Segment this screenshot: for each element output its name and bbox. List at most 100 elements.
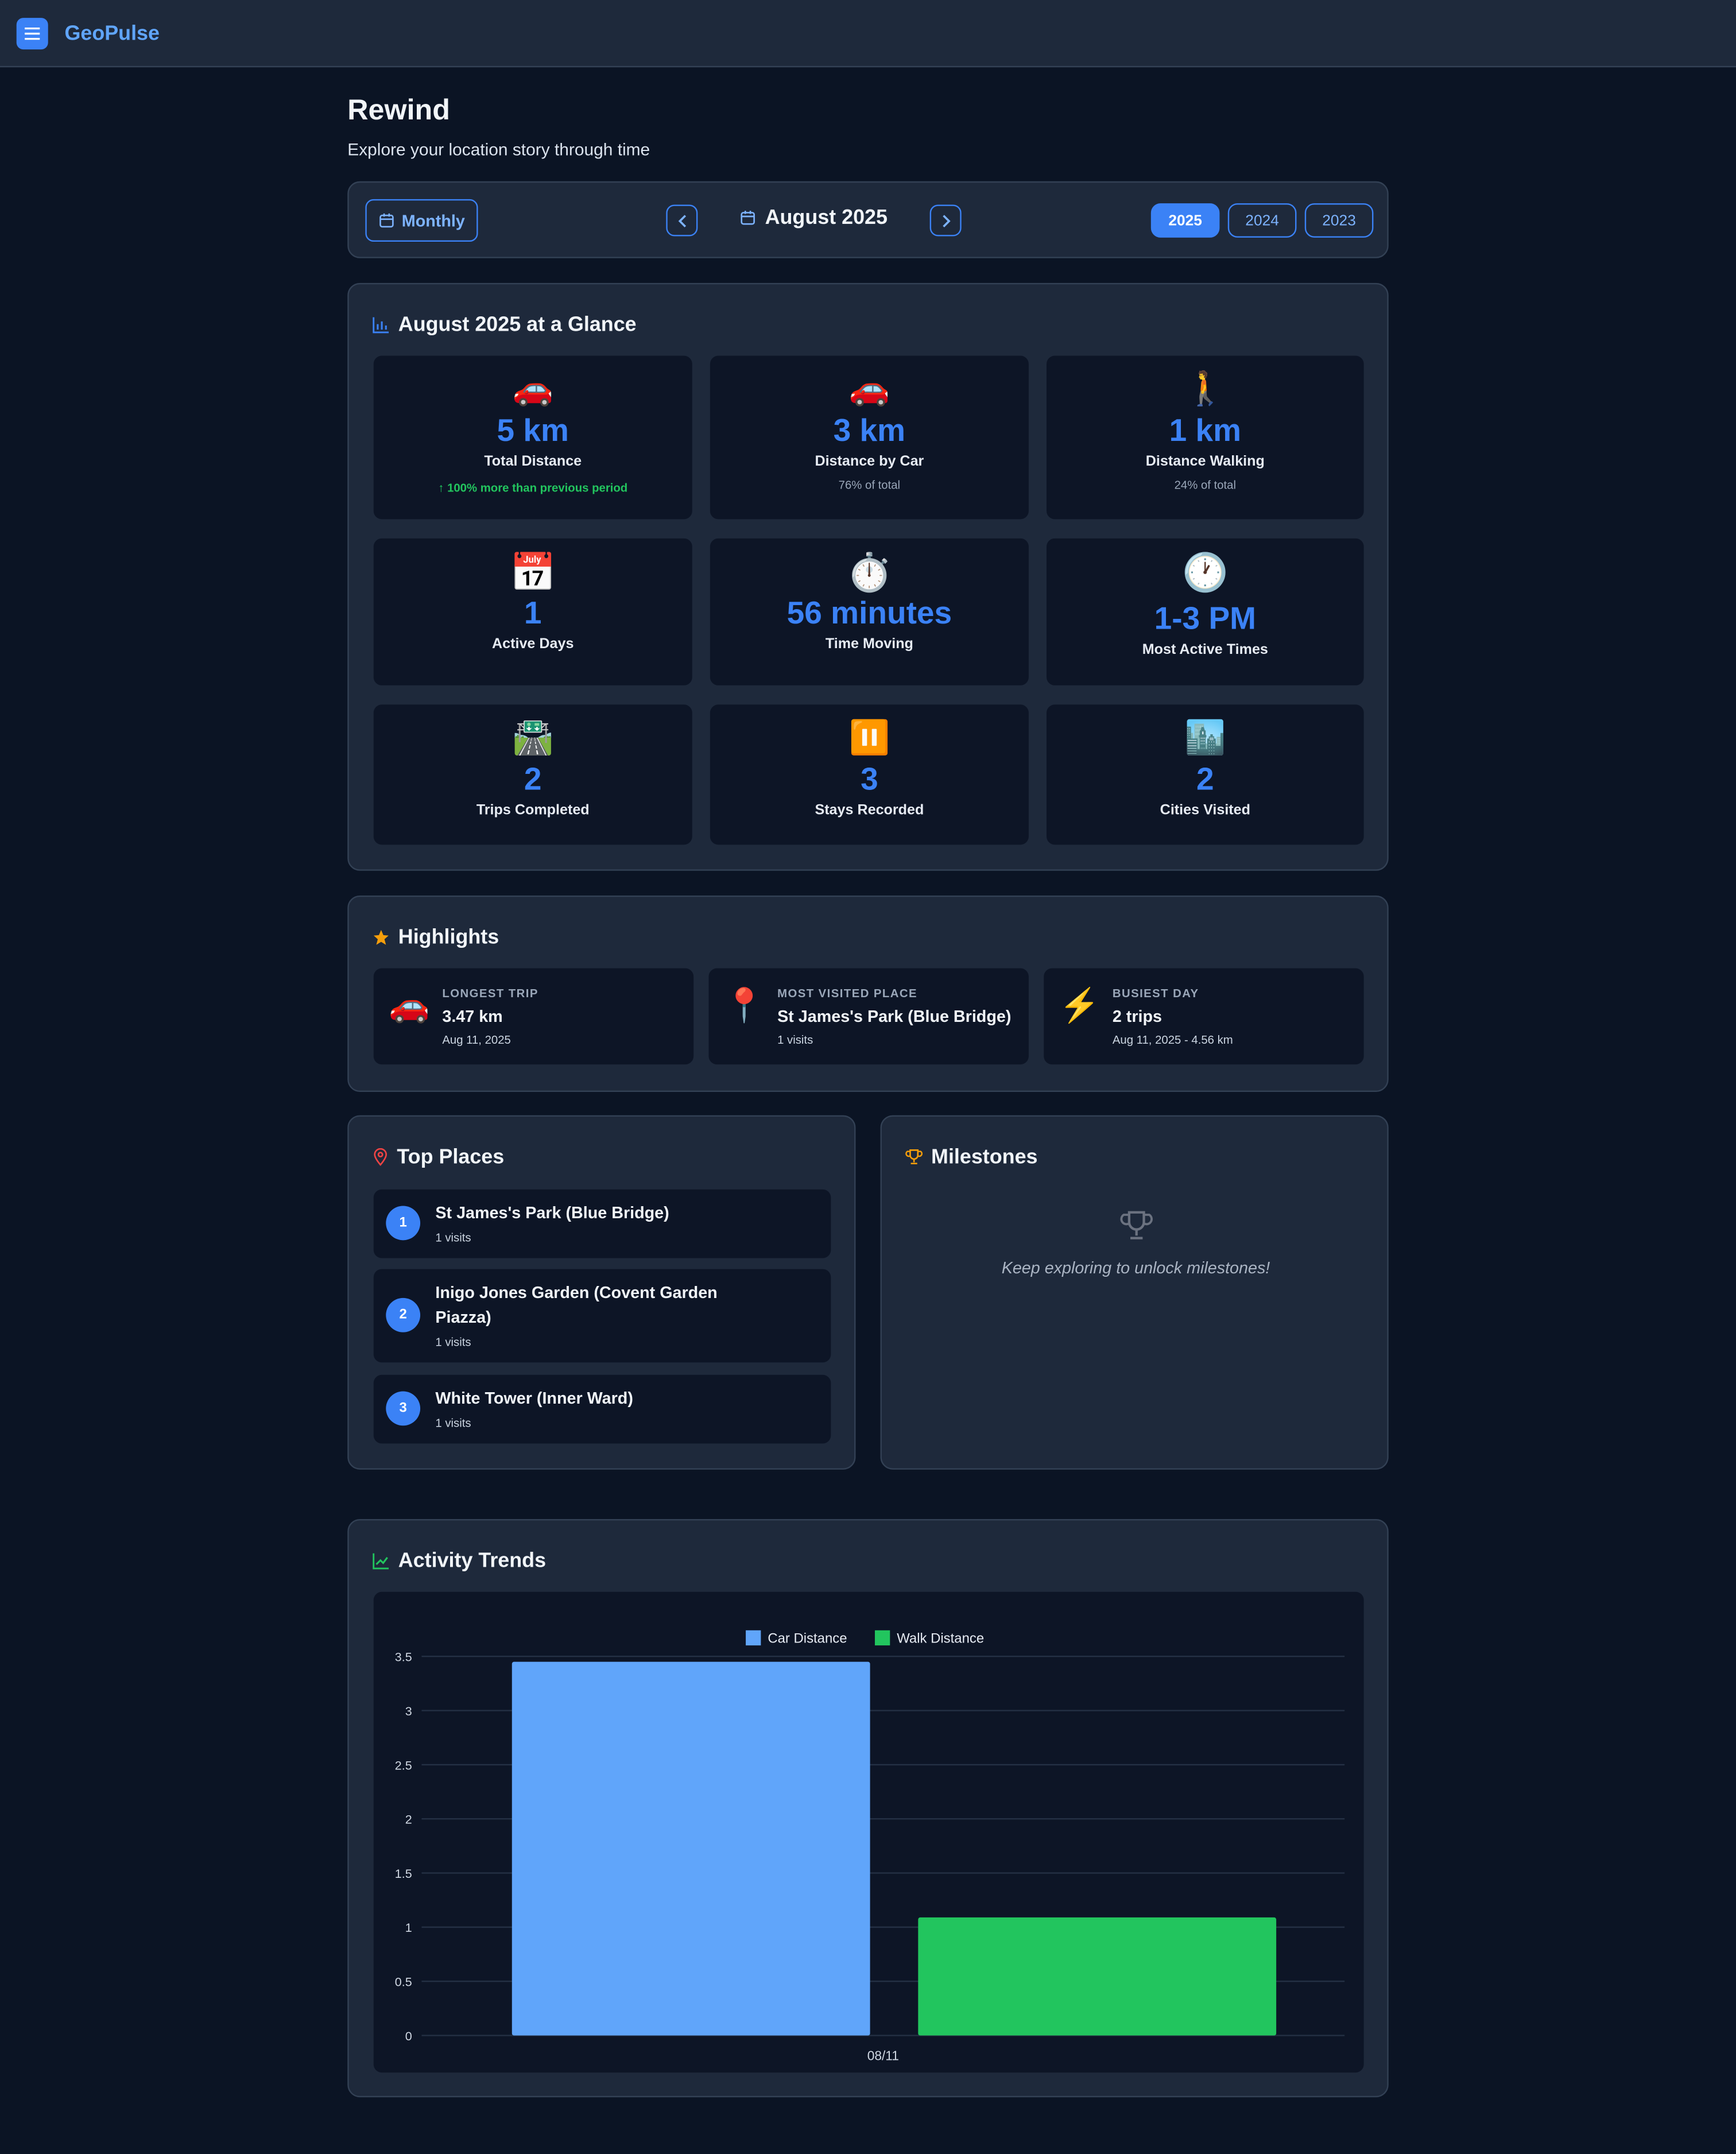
stat-label: Stays Recorded — [815, 802, 924, 819]
period-type-button[interactable]: Monthly — [365, 199, 478, 242]
place-visits: 1 visits — [435, 1230, 471, 1245]
stat-value: 2 — [524, 761, 542, 797]
stat-active-days: 📅 1 Active Days — [373, 538, 692, 685]
stat-change: ↑ 100% more than previous period — [438, 481, 628, 495]
chevron-right-icon — [942, 214, 950, 227]
y-tick-label: 0.5 — [395, 1975, 412, 1989]
menu-button[interactable] — [16, 17, 48, 49]
place-rank: 3 — [386, 1391, 421, 1426]
chevron-left-icon — [677, 214, 685, 227]
legend-label: Walk Distance — [897, 1630, 984, 1646]
walking-person-icon: 🚶 — [1184, 370, 1226, 408]
highlight-longest-trip: 🚗 LONGEST TRIP 3.47 km Aug 11, 2025 — [373, 968, 694, 1065]
place-rank: 2 — [386, 1297, 421, 1332]
trends-title: Activity Trends — [398, 1549, 547, 1573]
highlight-busiest-day: ⚡ BUSIEST DAY 2 trips Aug 11, 2025 - 4.5… — [1044, 968, 1364, 1065]
top-places-card: Top Places 1 St James's Park (Blue Bridg… — [347, 1115, 856, 1470]
highlight-sub: Aug 11, 2025 — [442, 1033, 511, 1047]
year-2024-button[interactable]: 2024 — [1227, 203, 1297, 238]
stat-distance-car: 🚗 3 km Distance by Car 76% of total — [710, 355, 1029, 520]
milestones-title: Milestones — [931, 1145, 1038, 1169]
bar-chart-icon — [373, 317, 389, 334]
stat-value: 1 — [524, 594, 542, 631]
place-item[interactable]: 3 White Tower (Inner Ward) 1 visits — [373, 1374, 831, 1444]
current-period-label: August 2025 — [765, 206, 888, 230]
highlight-sub: 1 visits — [777, 1033, 813, 1047]
y-tick-label: 1.5 — [395, 1867, 412, 1881]
stat-sub: 76% of total — [838, 478, 901, 492]
trophy-icon — [905, 1149, 923, 1165]
top-places-header: Top Places — [372, 1145, 504, 1169]
glance-title: August 2025 at a Glance — [398, 313, 637, 337]
place-item[interactable]: 2 Inigo Jones Garden (Covent Garden Piaz… — [373, 1269, 831, 1363]
stat-label: Time Moving — [825, 636, 913, 653]
hamburger-icon — [25, 26, 40, 40]
top-bar: GeoPulse — [0, 0, 1736, 68]
stat-label: Distance by Car — [815, 453, 924, 470]
place-visits: 1 visits — [435, 1416, 471, 1430]
y-tick-label: 3 — [405, 1704, 412, 1718]
calendar-icon — [741, 211, 755, 225]
legend-label: Car Distance — [768, 1630, 847, 1646]
current-period: August 2025 — [741, 206, 888, 230]
car-icon: 🚗 — [512, 370, 553, 408]
top-places-title: Top Places — [397, 1145, 505, 1169]
stat-active-times: 🕐 1-3 PM Most Active Times — [1047, 538, 1364, 685]
stat-sub: 24% of total — [1174, 478, 1237, 492]
highlights-header: Highlights — [372, 925, 499, 949]
stat-total-distance: 🚗 5 km Total Distance ↑ 100% more than p… — [373, 355, 692, 520]
stat-label: Total Distance — [484, 453, 582, 470]
legend-swatch — [746, 1630, 761, 1646]
stat-value: 1-3 PM — [1154, 600, 1256, 636]
lightning-icon: ⚡ — [1059, 987, 1100, 1025]
main-content: Rewind Explore your location story throu… — [347, 95, 1389, 2098]
stat-value: 1 km — [1169, 412, 1242, 448]
calendar-icon: 📅 — [510, 552, 556, 594]
calendar-icon — [378, 213, 393, 228]
stat-label: Most Active Times — [1142, 641, 1268, 658]
place-name: St James's Park (Blue Bridge) — [435, 1203, 669, 1223]
highlight-most-visited: 📍 MOST VISITED PLACE St James's Park (Bl… — [708, 968, 1029, 1065]
stat-value: 3 — [861, 761, 878, 797]
y-tick-label: 3.5 — [395, 1651, 412, 1664]
stat-stays: ⏸️ 3 Stays Recorded — [710, 704, 1029, 845]
year-2025-button[interactable]: 2025 — [1150, 203, 1220, 238]
trends-header: Activity Trends — [372, 1549, 547, 1573]
stat-label: Active Days — [492, 636, 574, 653]
milestones-empty-text: Keep exploring to unlock milestones! — [1001, 1258, 1270, 1277]
year-2023-button[interactable]: 2023 — [1304, 203, 1374, 238]
next-period-button[interactable] — [929, 204, 962, 237]
milestones-card: Milestones Keep exploring to unlock mile… — [880, 1115, 1389, 1470]
pause-icon: ⏸️ — [848, 719, 890, 757]
glance-card: August 2025 at a Glance 🚗 5 km Total Dis… — [347, 282, 1389, 871]
stat-label: Cities Visited — [1160, 802, 1250, 819]
page-title: Rewind — [347, 95, 450, 127]
car-icon: 🚗 — [389, 987, 430, 1025]
y-tick-label: 1 — [405, 1921, 412, 1935]
city-icon: 🏙️ — [1184, 719, 1226, 757]
place-item[interactable]: 1 St James's Park (Blue Bridge) 1 visits — [373, 1189, 831, 1258]
stopwatch-icon: ⏱️ — [846, 552, 893, 594]
brand-name[interactable]: GeoPulse — [64, 21, 160, 45]
stat-trips: 🛣️ 2 Trips Completed — [373, 704, 692, 845]
previous-period-button[interactable] — [666, 204, 698, 237]
car-icon: 🚗 — [848, 370, 890, 408]
pin-icon: 📍 — [723, 987, 765, 1025]
highlight-caption: BUSIEST DAY — [1112, 986, 1199, 1000]
trophy-placeholder-icon — [1119, 1208, 1154, 1250]
activity-chart-svg: 0 0.5 1 1.5 2 2.5 3 3.5 08/11 Car Distance Walk Di… — [395, 1630, 1345, 2063]
bar-car-distance — [512, 1661, 870, 2036]
stat-label: Trips Completed — [476, 802, 590, 819]
star-icon — [373, 929, 389, 945]
period-navigator: Monthly August 2025 2025 2024 2023 — [347, 181, 1389, 258]
period-type-label: Monthly — [401, 211, 465, 230]
highlight-caption: MOST VISITED PLACE — [777, 986, 918, 1000]
stat-label: Distance Walking — [1145, 453, 1265, 470]
place-rank: 1 — [386, 1206, 421, 1241]
map-pin-icon — [374, 1148, 388, 1166]
milestones-header: Milestones — [905, 1145, 1038, 1169]
place-name: Inigo Jones Garden (Covent Garden Piazza… — [435, 1283, 718, 1327]
highlight-caption: LONGEST TRIP — [442, 986, 538, 1000]
stat-cities: 🏙️ 2 Cities Visited — [1047, 704, 1364, 845]
stat-value: 5 km — [497, 412, 569, 448]
